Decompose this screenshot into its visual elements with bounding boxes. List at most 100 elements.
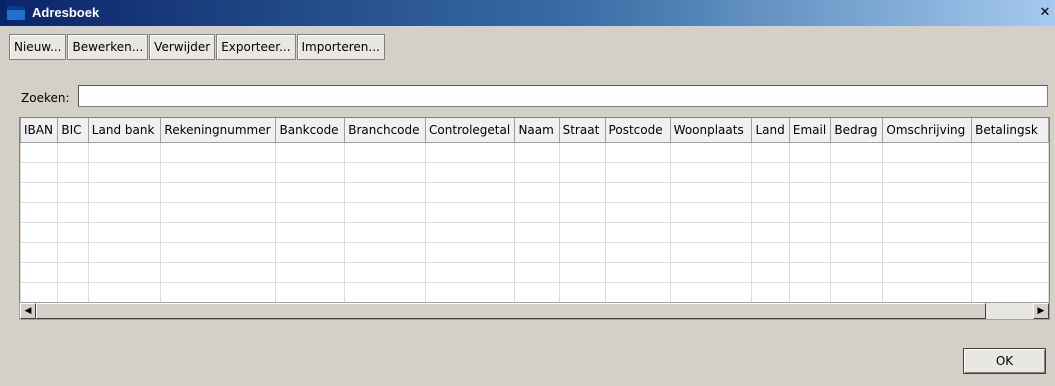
table-cell[interactable] <box>751 142 790 163</box>
new-button[interactable]: Nieuw... <box>9 34 67 60</box>
table-cell[interactable] <box>788 162 832 183</box>
table-cell[interactable] <box>87 262 162 283</box>
column-header-bic[interactable]: BIC <box>57 118 89 143</box>
table-cell[interactable] <box>558 162 606 183</box>
table-cell[interactable] <box>514 282 560 303</box>
table-cell[interactable] <box>882 202 973 223</box>
table-cell[interactable] <box>751 282 790 303</box>
horizontal-scrollbar[interactable]: ◀ ▶ <box>19 302 1050 320</box>
table-cell[interactable] <box>751 242 790 263</box>
table-cell[interactable] <box>830 262 884 283</box>
table-cell[interactable] <box>830 162 884 183</box>
table-cell[interactable] <box>275 162 346 183</box>
table-cell[interactable] <box>669 222 753 243</box>
table-cell[interactable] <box>87 162 162 183</box>
table-cell[interactable] <box>160 242 277 263</box>
table-cell[interactable] <box>275 222 346 243</box>
table-cell[interactable] <box>751 202 790 223</box>
table-cell[interactable] <box>751 162 790 183</box>
table-cell[interactable] <box>788 262 832 283</box>
table-cell[interactable] <box>604 182 671 203</box>
table-cell[interactable] <box>971 202 1049 223</box>
table-cell[interactable] <box>275 262 346 283</box>
table-cell[interactable] <box>882 142 973 163</box>
search-input[interactable] <box>78 85 1048 107</box>
table-cell[interactable] <box>514 142 560 163</box>
table-cell[interactable] <box>558 262 606 283</box>
table-cell[interactable] <box>425 202 516 223</box>
table-cell[interactable] <box>57 182 89 203</box>
table-cell[interactable] <box>669 182 753 203</box>
table-row[interactable] <box>20 282 1049 303</box>
table-cell[interactable] <box>425 222 516 243</box>
table-cell[interactable] <box>514 182 560 203</box>
table-cell[interactable] <box>87 182 162 203</box>
delete-button[interactable]: Verwijder <box>149 34 216 60</box>
table-cell[interactable] <box>514 242 560 263</box>
table-cell[interactable] <box>604 162 671 183</box>
column-header-iban[interactable]: IBAN <box>20 118 59 143</box>
table-cell[interactable] <box>425 262 516 283</box>
scroll-left-icon[interactable]: ◀ <box>20 303 36 319</box>
table-row[interactable] <box>20 242 1049 263</box>
edit-button[interactable]: Bewerken... <box>67 34 149 60</box>
table-cell[interactable] <box>425 162 516 183</box>
table-cell[interactable] <box>275 202 346 223</box>
column-header-bedrag[interactable]: Bedrag <box>830 118 884 143</box>
table-cell[interactable] <box>275 182 346 203</box>
column-header-woonplaats[interactable]: Woonplaats <box>669 118 753 143</box>
table-cell[interactable] <box>160 142 277 163</box>
table-cell[interactable] <box>830 222 884 243</box>
table-cell[interactable] <box>669 202 753 223</box>
table-cell[interactable] <box>669 262 753 283</box>
table-row[interactable] <box>20 182 1049 203</box>
table-cell[interactable] <box>971 262 1049 283</box>
table-cell[interactable] <box>788 182 832 203</box>
table-cell[interactable] <box>514 222 560 243</box>
table-cell[interactable] <box>604 242 671 263</box>
column-header-naam[interactable]: Naam <box>514 118 560 143</box>
table-row[interactable] <box>20 222 1049 243</box>
column-header-bankcode[interactable]: Bankcode <box>275 118 346 143</box>
table-cell[interactable] <box>514 162 560 183</box>
table-cell[interactable] <box>57 222 89 243</box>
table-cell[interactable] <box>604 222 671 243</box>
table-cell[interactable] <box>882 242 973 263</box>
table-cell[interactable] <box>20 142 59 163</box>
table-cell[interactable] <box>160 222 277 243</box>
table-cell[interactable] <box>160 162 277 183</box>
table-cell[interactable] <box>830 142 884 163</box>
table-cell[interactable] <box>604 202 671 223</box>
table-cell[interactable] <box>87 222 162 243</box>
table-cell[interactable] <box>882 182 973 203</box>
table-cell[interactable] <box>882 222 973 243</box>
table-cell[interactable] <box>514 262 560 283</box>
table-cell[interactable] <box>57 262 89 283</box>
table-cell[interactable] <box>57 202 89 223</box>
table-cell[interactable] <box>160 262 277 283</box>
table-cell[interactable] <box>751 262 790 283</box>
scrollbar-thumb[interactable] <box>36 303 986 319</box>
table-cell[interactable] <box>971 242 1049 263</box>
table-cell[interactable] <box>344 242 427 263</box>
table-cell[interactable] <box>57 242 89 263</box>
table-cell[interactable] <box>344 222 427 243</box>
column-header-land[interactable]: Land <box>751 118 790 143</box>
table-cell[interactable] <box>87 242 162 263</box>
column-header-omschrijving[interactable]: Omschrijving <box>882 118 973 143</box>
table-cell[interactable] <box>275 242 346 263</box>
table-cell[interactable] <box>971 142 1049 163</box>
table-cell[interactable] <box>604 262 671 283</box>
table-cell[interactable] <box>882 282 973 303</box>
table-cell[interactable] <box>788 242 832 263</box>
table-cell[interactable] <box>20 242 59 263</box>
table-cell[interactable] <box>275 142 346 163</box>
table-cell[interactable] <box>604 282 671 303</box>
column-header-controlegetal[interactable]: Controlegetal <box>425 118 516 143</box>
table-cell[interactable] <box>344 162 427 183</box>
column-header-land-bank[interactable]: Land bank <box>87 118 162 143</box>
table-cell[interactable] <box>425 282 516 303</box>
table-row[interactable] <box>20 262 1049 283</box>
table-cell[interactable] <box>882 262 973 283</box>
table-cell[interactable] <box>57 162 89 183</box>
